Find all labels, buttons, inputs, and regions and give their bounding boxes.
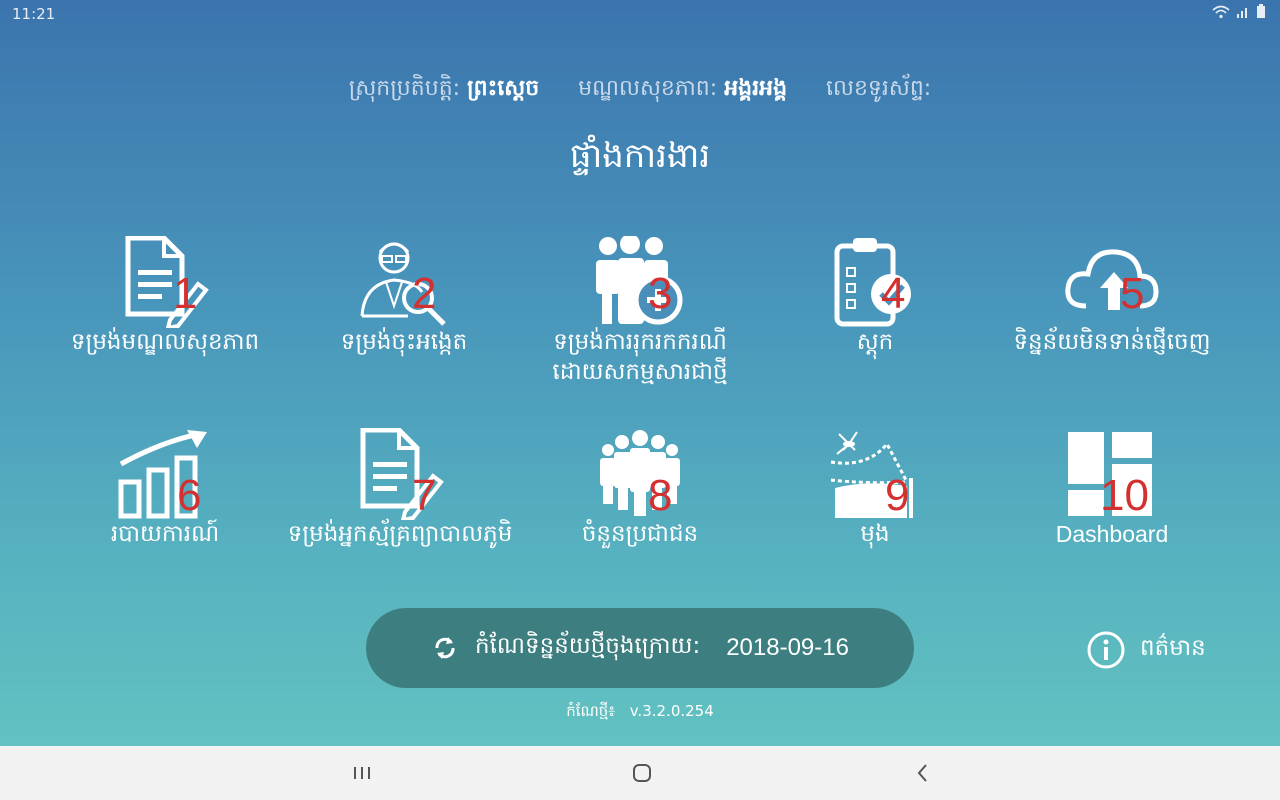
info-line: ស្រុកប្រតិបត្តិ: ព្រះស្ដេច មណ្ឌលសុខភាព: … <box>0 74 1280 106</box>
tile-label: ចំនួនប្រជាជន <box>581 521 699 547</box>
wifi-icon <box>1212 5 1230 23</box>
status-time: 11:21 <box>12 5 56 23</box>
district-value: ព្រះស្ដេច <box>467 76 540 101</box>
version-label: កំណែថ្មី៖ <box>566 702 615 720</box>
home-icon <box>633 764 651 782</box>
sync-icon <box>435 637 455 659</box>
tile-number: 2 <box>412 269 437 318</box>
tile-label: Dashboard <box>1055 521 1169 547</box>
group-add-icon <box>596 236 683 325</box>
version-value: v.3.2.0.254 <box>629 702 714 720</box>
tile-number: 9 <box>885 471 910 520</box>
tile-village-malaria-worker-form[interactable]: 7 ទម្រង់អ្នកស្ម័គ្រព្យាបាលភូមិ <box>280 428 520 550</box>
tile-investigation-form[interactable]: 2 ទម្រង់ចុះអង្កេត <box>284 236 524 358</box>
sync-date: 2018-09-16 <box>726 634 849 661</box>
tile-number: 1 <box>173 269 198 318</box>
back-icon <box>917 764 927 782</box>
signal-icon <box>1236 5 1250 23</box>
sync-label: កំណែទិន្នន័យថ្មីចុងក្រោយ: <box>475 632 701 659</box>
info-button[interactable]: ពត៌មាន <box>1086 630 1206 670</box>
phone-label: លេខទូរស័ព្ទ: <box>826 76 932 101</box>
back-button[interactable] <box>902 758 942 788</box>
tile-unsent-data[interactable]: 5 ទិន្នន័យមិនទាន់ផ្ញើចេញ <box>992 236 1232 358</box>
people-icon <box>600 430 680 516</box>
battery-icon <box>1256 4 1266 23</box>
tile-label: របាយការណ៍ <box>110 521 220 547</box>
tile-active-case-detection-form[interactable]: 3 ទម្រង់ការរុករកករណីដោយសកម្មសារជាថ្មី <box>520 236 760 388</box>
phone-info: លេខទូរស័ព្ទ: <box>826 76 931 101</box>
health-center-value: អង្គរអង្គ <box>724 76 788 101</box>
tile-population[interactable]: 8 ចំនួនប្រជាជន <box>520 428 760 550</box>
tile-label: ទិន្នន័យមិនទាន់ផ្ញើចេញ <box>1013 329 1211 355</box>
tile-number: 7 <box>412 471 437 520</box>
investigator-icon <box>360 242 446 326</box>
app-screen: 11:21 ស្រុកប្រតិបត្តិ: ព្រះស្ដេច មណ្ឌលសុ… <box>0 0 1280 746</box>
tile-stock[interactable]: 4 ស្តុក <box>755 236 995 358</box>
cloud-upload-icon <box>1065 249 1159 310</box>
info-icon <box>1087 631 1125 669</box>
version-info: កំណែថ្មី៖ v.3.2.0.254 <box>0 702 1280 724</box>
tile-report[interactable]: 6 របាយការណ៍ <box>45 428 285 550</box>
page-title: ផ្ទាំងការងារ <box>569 136 711 176</box>
tile-label: ទម្រង់ការរុករកករណីដោយសកម្មសារជាថ្មី <box>552 329 728 385</box>
status-icons <box>1212 4 1266 23</box>
tile-label: ស្តុក <box>856 329 894 355</box>
recent-apps-icon <box>354 767 370 779</box>
health-center-info: មណ្ឌលសុខភាព: អង្គរអង្គ <box>578 76 794 101</box>
tile-bed-net[interactable]: 9 មុង <box>755 428 995 550</box>
tile-label: មុង <box>860 521 890 547</box>
district-label: ស្រុកប្រតិបត្តិ: <box>348 76 461 101</box>
tile-number: 10 <box>1100 471 1149 520</box>
tile-dashboard[interactable]: 10 Dashboard <box>992 428 1232 550</box>
tile-label: ទម្រង់មណ្ឌលសុខភាព <box>70 329 260 355</box>
health-center-label: មណ្ឌលសុខភាព: <box>578 76 718 101</box>
status-bar: 11:21 <box>0 0 1280 28</box>
tile-label: ទម្រង់អ្នកស្ម័គ្រព្យាបាលភូមិ <box>287 521 513 547</box>
home-button[interactable] <box>622 758 662 788</box>
district-info: ស្រុកប្រតិបត្តិ: ព្រះស្ដេច <box>349 76 546 101</box>
tile-health-center-form[interactable]: 1 ទម្រង់មណ្ឌលសុខភាព <box>45 236 285 358</box>
tile-number: 5 <box>1120 269 1145 318</box>
system-nav-bar <box>0 746 1280 800</box>
sync-button[interactable]: កំណែទិន្នន័យថ្មីចុងក្រោយ: 2018-09-16 <box>366 608 914 688</box>
recent-apps-button[interactable] <box>342 758 382 788</box>
info-label: ពត៌មាន <box>1140 634 1206 661</box>
tile-number: 6 <box>177 471 202 520</box>
tile-label: ទម្រង់ចុះអង្កេត <box>340 329 468 355</box>
tile-number: 8 <box>648 471 673 520</box>
tile-number: 3 <box>648 269 673 318</box>
tile-number: 4 <box>881 269 906 318</box>
